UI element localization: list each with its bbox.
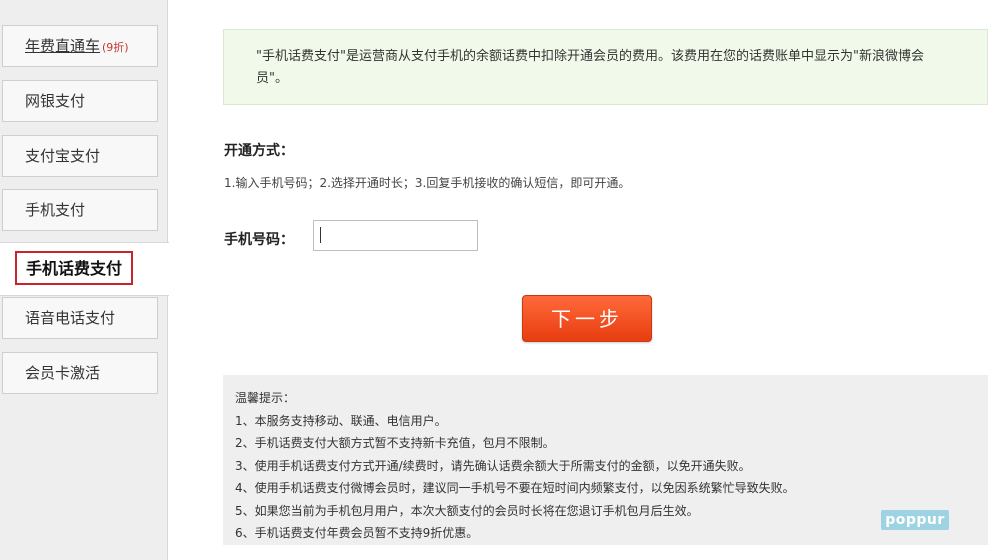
sidebar-item-mobile-payment[interactable]: 手机支付	[2, 189, 158, 231]
text-caret	[320, 227, 321, 243]
tip-line: 1、本服务支持移动、联通、电信用户。	[235, 413, 447, 428]
notice-text: "手机话费支付"是运营商从支付手机的余额话费中扣除开通会员的费用。该费用在您的话…	[256, 49, 924, 86]
tips-title: 温馨提示：	[235, 391, 296, 405]
sidebar-item-label: 语音电话支付	[25, 309, 116, 327]
poppur-watermark: poppur	[881, 510, 949, 530]
sidebar-item-phone-bill-payment[interactable]: 手机话费支付	[0, 242, 169, 296]
sidebar-item-label: 年费直通车	[25, 37, 101, 55]
sidebar-item-label: 手机支付	[25, 201, 86, 219]
phone-bill-notice: "手机话费支付"是运营商从支付手机的余额话费中扣除开通会员的费用。该费用在您的话…	[223, 29, 988, 105]
sidebar-item-voice-call-payment[interactable]: 语音电话支付	[2, 297, 158, 339]
sidebar-item-online-banking[interactable]: 网银支付	[2, 80, 158, 122]
tip-line: 3、使用手机话费支付方式开通/续费时，请先确认话费余额大于所需支付的金额，以免开…	[235, 458, 751, 473]
method-steps: 1.输入手机号码；2.选择开通时长；3.回复手机接收的确认短信，即可开通。	[224, 176, 631, 190]
tip-line: 4、使用手机话费支付微博会员时，建议同一手机号不要在短时间内频繁支付，以免因系统…	[235, 481, 795, 495]
sidebar-item-annual-pass[interactable]: 年费直通车 (9折)	[2, 25, 158, 67]
tip-line: 5、如果您当前为手机包月用户，本次大额支付的会员时长将在您退订手机包月后生效。	[235, 503, 699, 518]
next-step-button[interactable]: 下一步	[522, 295, 652, 342]
phone-number-label: 手机号码：	[224, 232, 294, 248]
sidebar-item-label: 网银支付	[25, 92, 86, 110]
sidebar-item-member-card-activation[interactable]: 会员卡激活	[2, 352, 158, 394]
tip-line: 2、手机话费支付大额方式暂不支持新卡充值，包月不限制。	[235, 436, 555, 450]
payment-method-sidebar: 年费直通车 (9折) 网银支付 支付宝支付 手机支付 手机话费支付 语音电话支付 …	[0, 0, 169, 560]
method-title: 开通方式：	[224, 143, 294, 159]
sidebar-item-label: 手机话费支付	[15, 251, 134, 285]
sidebar-item-label: 支付宝支付	[25, 147, 101, 165]
phone-number-input[interactable]	[313, 220, 478, 251]
discount-badge: (9折)	[102, 41, 129, 54]
sidebar-item-label: 会员卡激活	[25, 364, 101, 382]
tip-line: 6、手机话费支付年费会员暂不支持9折优惠。	[235, 526, 479, 540]
tips-panel: 温馨提示： 1、本服务支持移动、联通、电信用户。 2、手机话费支付大额方式暂不支…	[223, 375, 988, 545]
sidebar-item-alipay[interactable]: 支付宝支付	[2, 135, 158, 177]
